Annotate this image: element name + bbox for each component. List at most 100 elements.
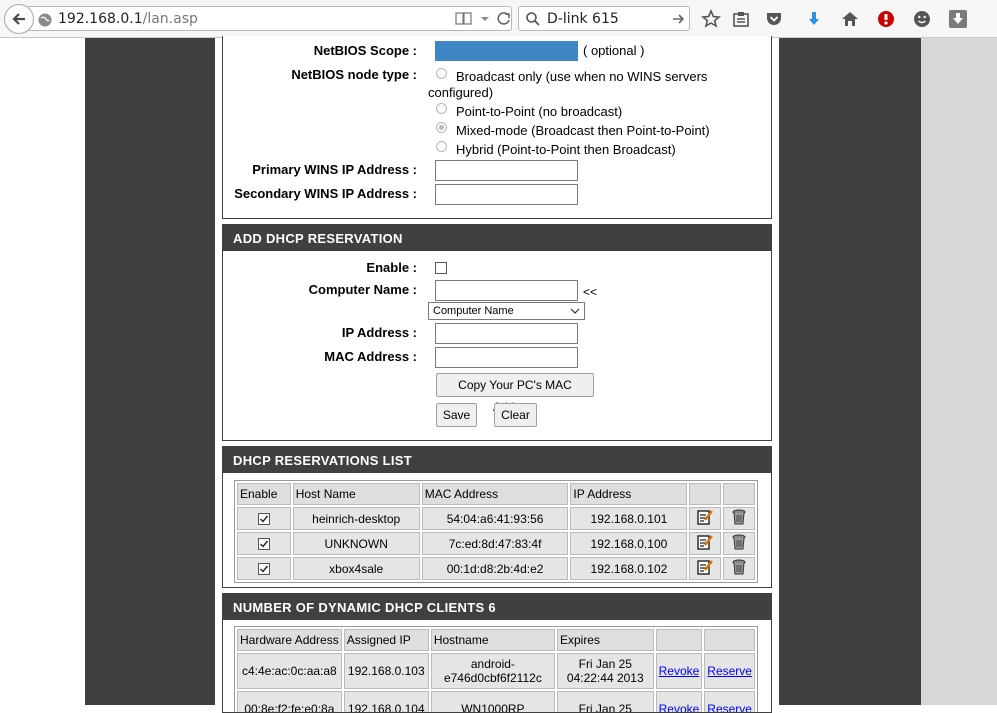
back-button[interactable]	[4, 4, 34, 34]
reading-list-icon[interactable]	[730, 8, 752, 30]
row-host-name: heinrich-desktop	[292, 507, 420, 530]
reserve-link[interactable]: Reserve	[707, 664, 752, 678]
row-expires: Fri Jan 25 04:22:44 2013	[556, 653, 654, 689]
reservations-list-title: DHCP RESERVATIONS LIST	[223, 447, 771, 473]
reservation-enable-label: Enable :	[366, 260, 417, 275]
netbios-scope-optional: ( optional )	[583, 43, 645, 58]
reservation-mac-input[interactable]	[435, 347, 578, 368]
radio-point-to-point[interactable]	[436, 103, 447, 114]
checkmark-icon	[257, 563, 270, 576]
secondary-wins-label: Secondary WINS IP Address :	[234, 186, 417, 201]
pocket-icon[interactable]	[763, 8, 785, 30]
back-arrow-icon	[12, 13, 25, 25]
row-mac-address: 00:1d:d8:2b:4d:e2	[421, 557, 569, 580]
row-hostname: android-e746d0cbf6f2112c	[430, 653, 555, 689]
row-enable-checkbox[interactable]	[237, 532, 291, 555]
table-row: 00:8e:f2:fe:e0:8a 192.168.0.104 WN1000RP…	[237, 691, 755, 712]
edit-icon[interactable]	[689, 557, 722, 580]
col-enable: Enable	[237, 483, 291, 505]
row-hardware-address: c4:4e:ac:0c:aa:a8	[237, 653, 342, 689]
checkmark-icon	[257, 513, 270, 526]
copy-mac-button[interactable]: Copy Your PC's MAC Address	[436, 373, 594, 414]
col-edit	[689, 483, 722, 505]
row-enable-checkbox[interactable]	[237, 507, 291, 530]
reservation-enable-checkbox[interactable]	[435, 262, 447, 274]
radio-broadcast-only[interactable]	[436, 68, 447, 79]
row-mac-address: 7c:ed:8d:47:83:4f	[421, 532, 569, 555]
row-assigned-ip: 192.168.0.104	[343, 691, 429, 712]
dynamic-clients-table: Hardware Address Assigned IP Hostname Ex…	[234, 626, 758, 712]
col-delete	[723, 483, 755, 505]
download-manager-icon[interactable]	[947, 8, 969, 30]
reservations-table: Enable Host Name MAC Address IP Address …	[234, 480, 758, 583]
trash-icon[interactable]	[723, 507, 755, 530]
reserve-cell: Reserve	[704, 653, 755, 689]
col-mac-address: MAC Address	[421, 483, 569, 505]
downloads-icon[interactable]	[803, 8, 825, 30]
url-host: 192.168.0.1	[58, 11, 143, 27]
trash-icon[interactable]	[723, 557, 755, 580]
ublock-icon[interactable]	[875, 8, 897, 30]
netbios-section: NetBIOS Scope : ( optional ) NetBIOS nod…	[222, 36, 772, 219]
radio-mixed-mode[interactable]	[436, 122, 447, 133]
checkmark-icon	[257, 538, 270, 551]
bookmark-star-icon[interactable]	[700, 8, 722, 30]
radio-point-to-point-label: Point-to-Point (no broadcast)	[456, 104, 623, 119]
row-expires-line1: Fri Jan 25	[578, 657, 632, 671]
row-hostname-line1: android-	[470, 657, 515, 671]
reservation-ip-input[interactable]	[435, 323, 578, 344]
row-host-name: xbox4sale	[292, 557, 420, 580]
radio-broadcast-only-label-cont: configured)	[428, 85, 494, 100]
computer-name-input[interactable]	[435, 280, 578, 301]
revoke-link[interactable]: Revoke	[659, 664, 700, 678]
secondary-wins-input[interactable]	[435, 184, 578, 205]
table-header-row: Enable Host Name MAC Address IP Address	[237, 483, 755, 505]
smiley-feedback-icon[interactable]	[911, 8, 933, 30]
primary-wins-input[interactable]	[435, 160, 578, 181]
table-row: heinrich-desktop 54:04:a6:41:93:56 192.1…	[237, 507, 755, 530]
reservation-mac-label: MAC Address :	[324, 349, 417, 364]
url-bar[interactable]: 192.168.0.1/lan.asp	[28, 6, 512, 31]
reserve-link[interactable]: Reserve	[707, 702, 752, 712]
col-assigned-ip: Assigned IP	[343, 629, 429, 651]
netbios-scope-input[interactable]	[435, 41, 578, 61]
reload-icon[interactable]	[496, 10, 512, 32]
row-mac-address: 54:04:a6:41:93:56	[421, 507, 569, 530]
row-ip-address: 192.168.0.101	[570, 507, 688, 530]
col-hardware-address: Hardware Address	[237, 629, 342, 651]
computer-name-select-value: Computer Name	[433, 305, 514, 317]
col-revoke	[655, 629, 703, 651]
url-text: 192.168.0.1/lan.asp	[58, 11, 198, 27]
edit-icon[interactable]	[689, 532, 722, 555]
clear-button[interactable]: Clear	[494, 403, 537, 427]
search-bar[interactable]: D-link 615	[518, 6, 690, 31]
col-ip-address: IP Address	[570, 483, 688, 505]
table-row: c4:4e:ac:0c:aa:a8 192.168.0.103 android-…	[237, 653, 755, 689]
netbios-scope-label: NetBIOS Scope :	[313, 43, 417, 58]
row-expires-line2: 04:22:44 2013	[566, 671, 644, 685]
globe-icon	[38, 12, 52, 31]
revoke-link[interactable]: Revoke	[659, 702, 700, 712]
search-go-icon[interactable]	[671, 11, 685, 31]
trash-icon[interactable]	[723, 532, 755, 555]
edit-icon[interactable]	[689, 507, 722, 530]
copy-name-arrows[interactable]: <<	[583, 285, 597, 299]
home-icon[interactable]	[839, 8, 861, 30]
browser-toolbar: 192.168.0.1/lan.asp D-link 615	[0, 0, 997, 38]
row-enable-checkbox[interactable]	[237, 557, 291, 580]
table-header-row: Hardware Address Assigned IP Hostname Ex…	[237, 629, 755, 651]
dynamic-dhcp-clients-section: NUMBER OF DYNAMIC DHCP CLIENTS 6 Hardwar…	[222, 593, 772, 713]
computer-name-label: Computer Name :	[308, 282, 417, 297]
search-text: D-link 615	[547, 11, 619, 27]
history-dropdown-icon[interactable]	[479, 11, 491, 31]
col-reserve	[704, 629, 755, 651]
table-row: UNKNOWN 7c:ed:8d:47:83:4f 192.168.0.100	[237, 532, 755, 555]
row-hardware-address: 00:8e:f2:fe:e0:8a	[237, 691, 342, 712]
radio-hybrid[interactable]	[436, 141, 447, 152]
computer-name-select[interactable]: Computer Name	[428, 302, 585, 320]
add-reservation-title: ADD DHCP RESERVATION	[223, 225, 771, 251]
row-ip-address: 192.168.0.100	[570, 532, 688, 555]
reader-view-icon[interactable]	[455, 11, 473, 31]
save-button[interactable]: Save	[436, 403, 477, 427]
primary-wins-label: Primary WINS IP Address :	[252, 162, 417, 177]
